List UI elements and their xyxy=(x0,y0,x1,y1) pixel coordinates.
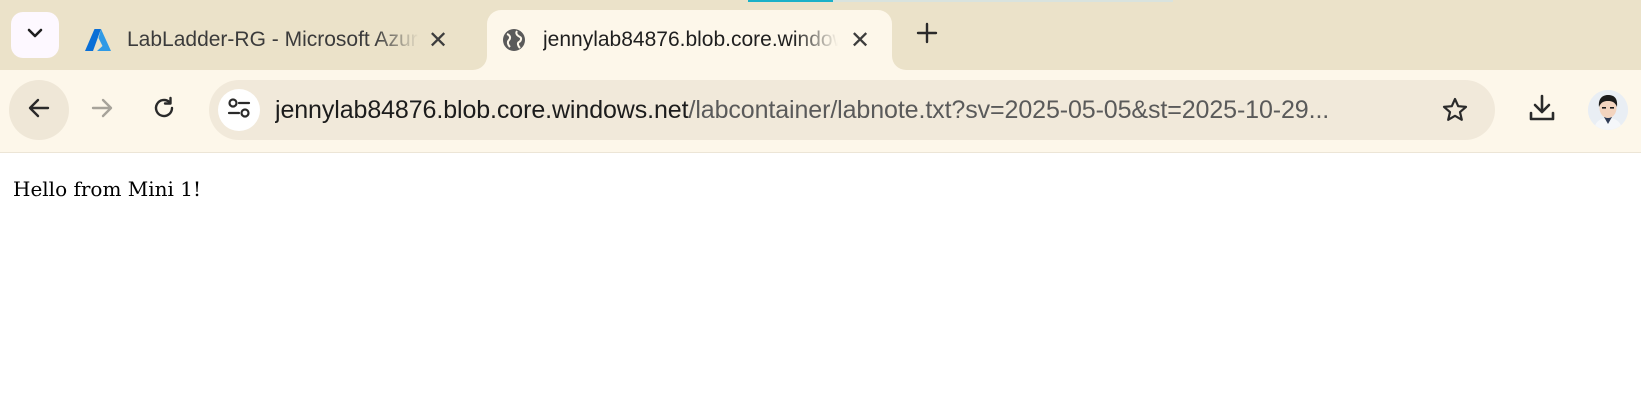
chevron-down-icon xyxy=(25,23,45,48)
globe-icon xyxy=(500,26,528,54)
reload-button[interactable] xyxy=(134,80,194,140)
bookmark-star-icon[interactable] xyxy=(1437,92,1473,128)
tab-title: jennylab84876.blob.core.windows.net xyxy=(543,28,838,51)
tab-strip-accent-faint xyxy=(833,0,1173,2)
address-bar[interactable]: jennylab84876.blob.core.windows.net/labc… xyxy=(209,80,1495,140)
file-text: Hello from Mini 1! xyxy=(13,177,202,201)
forward-button[interactable] xyxy=(72,80,132,140)
close-icon[interactable]: ✕ xyxy=(846,26,874,54)
plus-icon xyxy=(916,22,938,49)
site-info-button[interactable] xyxy=(218,89,260,131)
tab-azure-portal[interactable]: LabLadder-RG - Microsoft Azure ✕ xyxy=(72,10,470,70)
tab-search-button[interactable] xyxy=(11,12,59,58)
page-content: Hello from Mini 1! xyxy=(0,153,1641,414)
profile-avatar[interactable] xyxy=(1588,90,1628,130)
tune-icon xyxy=(226,96,252,125)
azure-icon xyxy=(84,26,112,54)
download-icon xyxy=(1527,93,1557,128)
tab-strip-accent xyxy=(748,0,833,2)
back-button[interactable] xyxy=(9,80,69,140)
tab-title: LabLadder-RG - Microsoft Azure xyxy=(127,28,419,51)
url-text[interactable]: jennylab84876.blob.core.windows.net/labc… xyxy=(275,80,1395,140)
arrow-right-icon xyxy=(89,95,115,126)
toolbar: jennylab84876.blob.core.windows.net/labc… xyxy=(0,70,1641,153)
tab-strip: LabLadder-RG - Microsoft Azure ✕ jennyla… xyxy=(0,0,1641,70)
new-tab-button[interactable] xyxy=(912,18,942,52)
url-path: /labcontainer/labnote.txt?sv=2025-05-05&… xyxy=(688,96,1330,124)
download-button[interactable] xyxy=(1522,90,1562,130)
arrow-left-icon xyxy=(26,95,52,126)
close-icon[interactable]: ✕ xyxy=(424,26,452,54)
tab-blob-storage[interactable]: jennylab84876.blob.core.windows.net ✕ xyxy=(487,10,892,70)
url-host: jennylab84876.blob.core.windows.net xyxy=(275,96,689,124)
reload-icon xyxy=(151,95,177,126)
